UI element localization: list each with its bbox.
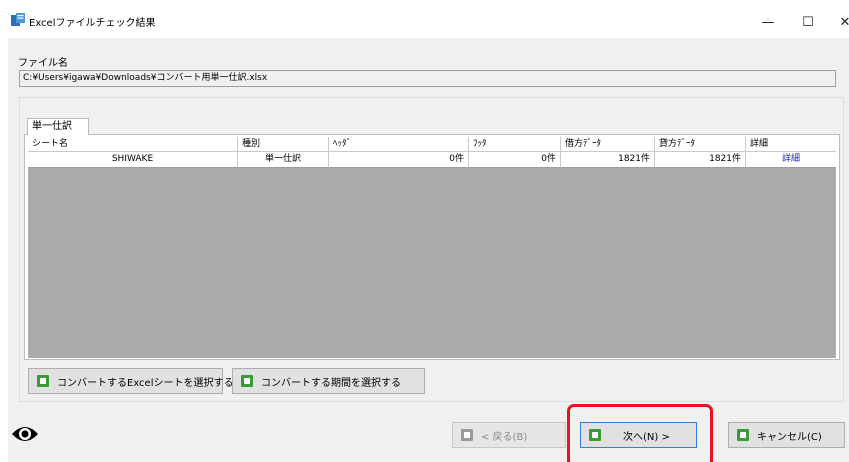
select-excel-sheet-button[interactable]: コンバートするExcelシートを選択する — [28, 368, 234, 394]
back-label: < 戻る(B) — [481, 431, 528, 443]
header-footer[interactable]: ﾌｯﾀ — [469, 137, 561, 152]
sheet-result-grid[interactable]: シート名 種別 ﾍｯﾀﾞ ﾌｯﾀ 借方ﾃﾞｰﾀ 貸方ﾃﾞｰﾀ 詳細 SHIWAK… — [28, 137, 836, 358]
title-bar: Excelファイルチェック結果 — ☐ ✕ — [0, 0, 849, 38]
cell-footer-count: 0件 — [469, 152, 561, 168]
tab-single-journal[interactable]: 単一仕訳 — [27, 118, 89, 135]
grid-header-row: シート名 種別 ﾍｯﾀﾞ ﾌｯﾀ 借方ﾃﾞｰﾀ 貸方ﾃﾞｰﾀ 詳細 — [28, 137, 836, 152]
detail-link[interactable]: 詳細 — [746, 152, 836, 168]
select-sheet-label: コンバートするExcelシートを選択する — [57, 377, 234, 389]
header-debit-data[interactable]: 借方ﾃﾞｰﾀ — [561, 137, 655, 152]
header-credit-data[interactable]: 貸方ﾃﾞｰﾀ — [655, 137, 746, 152]
file-path-field[interactable]: C:¥Users¥igawa¥Downloads¥コンバート用単一仕訳.xlsx — [19, 70, 836, 87]
excel-app-icon — [11, 13, 25, 26]
cancel-icon — [737, 429, 749, 441]
next-button-highlight — [567, 404, 713, 462]
sheet-select-icon — [37, 375, 49, 387]
window-title: Excelファイルチェック結果 — [29, 18, 156, 29]
back-icon — [461, 429, 473, 441]
cancel-button[interactable]: キャンセル(C) — [728, 422, 845, 448]
header-header[interactable]: ﾍｯﾀﾞ — [329, 137, 469, 152]
cell-credit-count: 1821件 — [655, 152, 746, 168]
select-period-button[interactable]: コンバートする期間を選択する — [232, 368, 425, 394]
file-name-label: ファイル名 — [18, 58, 68, 69]
eye-icon[interactable] — [11, 424, 39, 444]
cancel-label: キャンセル(C) — [757, 431, 822, 443]
back-button[interactable]: < 戻る(B) — [452, 422, 566, 448]
header-detail[interactable]: 詳細 — [746, 137, 836, 152]
header-type[interactable]: 種別 — [238, 137, 329, 152]
cell-debit-count: 1821件 — [561, 152, 655, 168]
cell-type: 単一仕訳 — [238, 152, 329, 168]
cell-sheet-name: SHIWAKE — [28, 152, 238, 168]
table-row[interactable]: SHIWAKE 単一仕訳 0件 0件 1821件 1821件 詳細 — [28, 152, 836, 168]
cell-header-count: 0件 — [329, 152, 469, 168]
header-sheet-name[interactable]: シート名 — [28, 137, 238, 152]
close-button[interactable]: ✕ — [822, 8, 849, 36]
period-select-icon — [241, 375, 253, 387]
select-period-label: コンバートする期間を選択する — [261, 377, 401, 389]
